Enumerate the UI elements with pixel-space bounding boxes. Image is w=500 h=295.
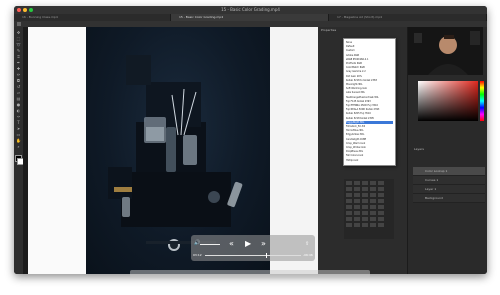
video-player-controls: 🔊 « ▶ » ⇪ 03:12 -06:46 <box>191 235 315 261</box>
webcam-overlay <box>408 27 483 75</box>
dropdown-item[interactable]: 3Strip.look <box>346 159 393 162</box>
dropdown-item[interactable]: Fuji ETERNA 250D Fuji 3510 <box>346 104 393 107</box>
tab-label: 16 - Bunning Class.mp4 <box>22 15 58 19</box>
progress-bar[interactable] <box>205 255 301 256</box>
eraser-icon[interactable]: ▱ <box>16 91 21 95</box>
window-title: 15 - Basic Color Grading.mp4 <box>221 7 280 12</box>
healing-icon[interactable]: ✚ <box>16 67 21 71</box>
play-button[interactable]: ▶ <box>245 240 251 248</box>
blur-icon[interactable]: ● <box>16 103 21 107</box>
type-icon[interactable]: T <box>16 121 21 125</box>
layer-row[interactable]: Curves 1 <box>413 176 485 185</box>
layer-name: Background <box>425 196 443 200</box>
dodge-icon[interactable]: ◐ <box>16 109 21 113</box>
dropdown-item[interactable]: Kodak 5218 Kodak 2395 <box>346 117 393 120</box>
gradient-icon[interactable]: ▤ <box>16 97 21 101</box>
quick-select-icon[interactable]: ✎ <box>16 49 21 53</box>
canvas-area[interactable]: 🔊 « ▶ » ⇪ 03:12 -06:46 <box>23 27 318 274</box>
volume-slider[interactable] <box>200 244 220 245</box>
adjustment-swatches[interactable] <box>344 179 394 239</box>
dropdown-item[interactable]: Fall Colors.look <box>346 154 393 157</box>
photoshop-window: 15 - Basic Color Grading.mp4 16 - Bunnin… <box>14 6 487 274</box>
presenter-image <box>408 27 483 75</box>
tab-label: 15 - Basic Color Grading.mp4 <box>179 15 224 19</box>
layer-name: Layer 1 <box>425 187 437 191</box>
hand-icon[interactable]: ✋ <box>16 139 21 143</box>
dropdown-item[interactable]: None <box>346 41 393 44</box>
crop-icon[interactable]: ⌗ <box>16 55 21 59</box>
tool-preset-icon[interactable] <box>17 22 21 26</box>
dropdown-item[interactable]: DropBlues.3DL <box>346 150 393 153</box>
dropdown-item[interactable]: ColorMatch RGB <box>346 66 393 69</box>
share-icon[interactable]: ⇪ <box>305 240 309 248</box>
zoom-icon[interactable]: ⌕ <box>16 145 21 149</box>
dropdown-item[interactable]: Soft Warming.look <box>346 87 393 90</box>
dropdown-item[interactable]: TealOrangePlusContrast.3DL <box>346 96 393 99</box>
layer-name: Color Lookup 1 <box>425 169 448 173</box>
dropdown-item[interactable]: Kodak 5218 to Kodak 2383 <box>346 79 393 82</box>
tab-magazine-ad[interactable]: 17 - Magazine Ad (Short).mp4 <box>329 14 487 21</box>
dropdown-item[interactable]: Gray Gamma 2.2 <box>346 70 393 73</box>
dock <box>130 270 370 277</box>
pen-icon[interactable]: ✑ <box>16 115 21 119</box>
dropdown-item[interactable]: HorrorBlue.3DL <box>346 129 393 132</box>
lasso-icon[interactable]: ➰ <box>16 43 21 47</box>
move-icon[interactable]: ✥ <box>16 31 21 35</box>
swatch-grid-art <box>346 181 384 227</box>
dropdown-item[interactable]: Fuji F125 Kodak 2393 <box>346 100 393 103</box>
canvas-white-left <box>28 27 86 274</box>
current-time: 03:12 <box>193 253 202 257</box>
layer-row[interactable]: Background <box>413 194 485 203</box>
dropdown-item[interactable]: Candlelight.CUBE <box>346 138 393 141</box>
stamp-icon[interactable]: ◘ <box>16 79 21 83</box>
progress-knob[interactable] <box>266 253 268 258</box>
dropdown-item[interactable]: Crisp_Warm.look <box>346 142 393 145</box>
volume-icon[interactable]: 🔊 <box>194 239 200 247</box>
dropdown-item[interactable]: Kodak 5205 Fuji 3510 <box>346 112 393 115</box>
properties-label: Properties <box>321 28 337 32</box>
dropdown-item[interactable]: Crisp_Winter.look <box>346 146 393 149</box>
layer-row[interactable]: Layer 1 <box>413 185 485 194</box>
shape-icon[interactable]: ▭ <box>16 133 21 137</box>
dropdown-item[interactable]: Filmstock_50.3dl <box>346 125 393 128</box>
rewind-button[interactable]: « <box>229 240 234 248</box>
title-bar: 15 - Basic Color Grading.mp4 <box>14 6 487 14</box>
marquee-icon[interactable]: ⬚ <box>16 37 21 41</box>
dropdown-item[interactable]: Custom <box>346 49 393 52</box>
dropdown-item[interactable]: sRGB IEC61966-2.1 <box>346 58 393 61</box>
tab-bunning-class[interactable]: 16 - Bunning Class.mp4 <box>14 14 171 21</box>
dropdown-item[interactable]: ProPhoto RGB <box>346 62 393 65</box>
path-select-icon[interactable]: ➤ <box>16 127 21 131</box>
tab-label: 17 - Magazine Ad (Short).mp4 <box>337 15 383 19</box>
layers-label: Layers <box>414 147 424 151</box>
brush-icon[interactable]: ✏ <box>16 73 21 77</box>
fast-forward-button[interactable]: » <box>261 240 266 248</box>
history-brush-icon[interactable]: ↺ <box>16 85 21 89</box>
right-panels: Properties None Default Custom Adobe RGB… <box>318 27 487 274</box>
eyedropper-icon[interactable]: ✒ <box>16 61 21 65</box>
remaining-time: -06:46 <box>303 253 313 257</box>
tab-basic-color-grading[interactable]: 15 - Basic Color Grading.mp4 <box>171 14 329 21</box>
dropdown-item[interactable]: Fuji REALA 500D Kodak 2393 <box>346 108 393 111</box>
dropdown-item[interactable]: Moonlight.3DL <box>346 83 393 86</box>
layer-name: Curves 1 <box>425 178 439 182</box>
hue-slider[interactable] <box>480 81 484 121</box>
dropdown-item[interactable]: Adobe RGB <box>346 54 393 57</box>
dropdown-item[interactable]: Late Sunset.3DL <box>346 91 393 94</box>
dropdown-item[interactable]: FoggyNight.3DL <box>346 120 393 124</box>
layer-row[interactable]: Color Lookup 1 <box>413 167 485 176</box>
dropdown-item[interactable]: EdgyAmber.3DL <box>346 133 393 136</box>
lookup-file-dropdown[interactable]: None Default Custom Adobe RGB sRGB IEC61966-… <box>343 38 396 166</box>
dropdown-item[interactable]: Dot Gain 20% <box>346 75 393 78</box>
dropdown-item[interactable]: Default <box>346 45 393 48</box>
color-picker-field[interactable] <box>418 81 478 121</box>
